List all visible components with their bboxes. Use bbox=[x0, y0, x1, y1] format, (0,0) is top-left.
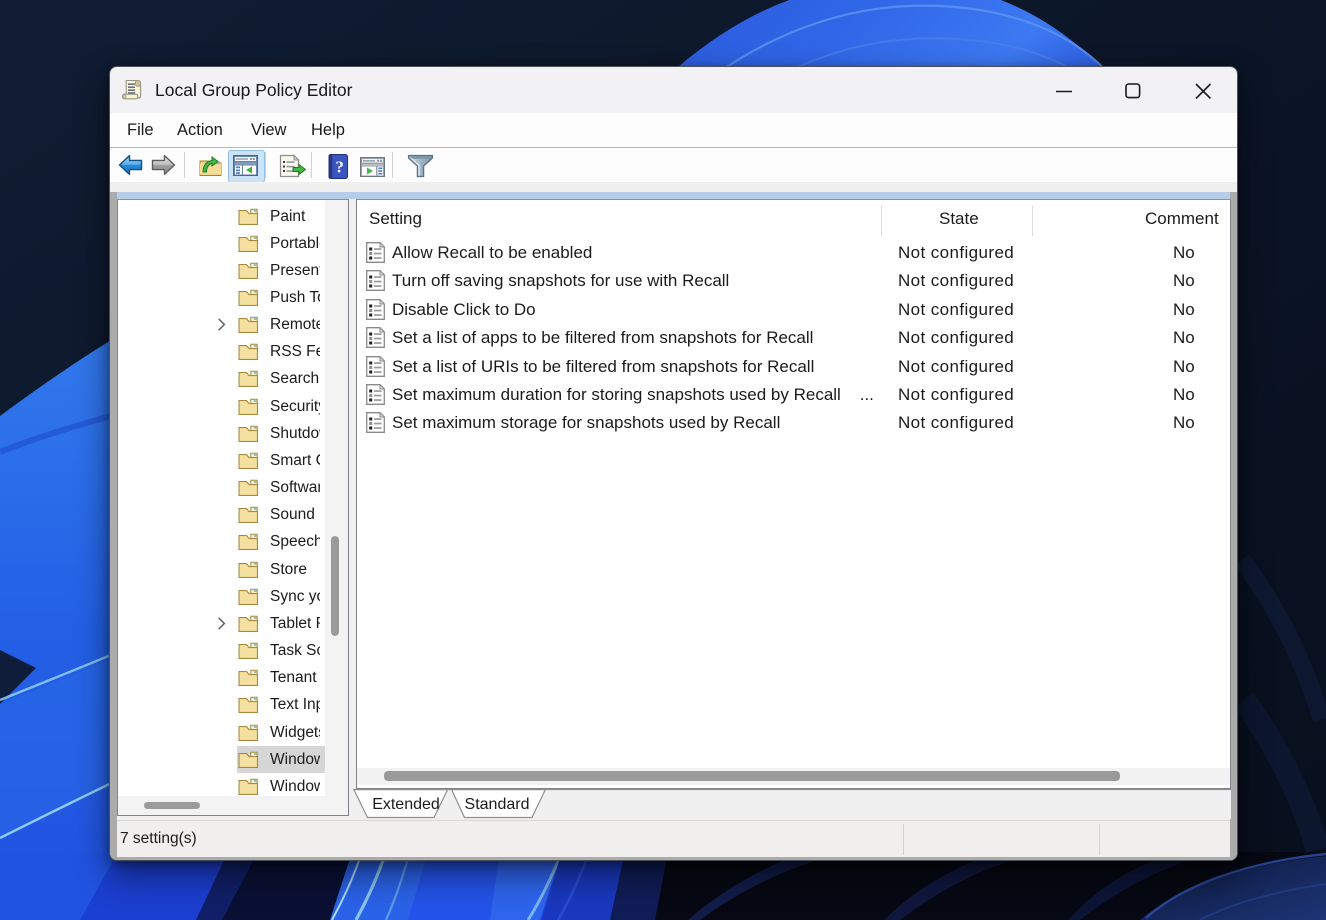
svg-text:?: ? bbox=[335, 158, 344, 177]
svg-text:Extended: Extended bbox=[372, 796, 440, 813]
svg-text:Standard: Standard bbox=[465, 796, 530, 813]
